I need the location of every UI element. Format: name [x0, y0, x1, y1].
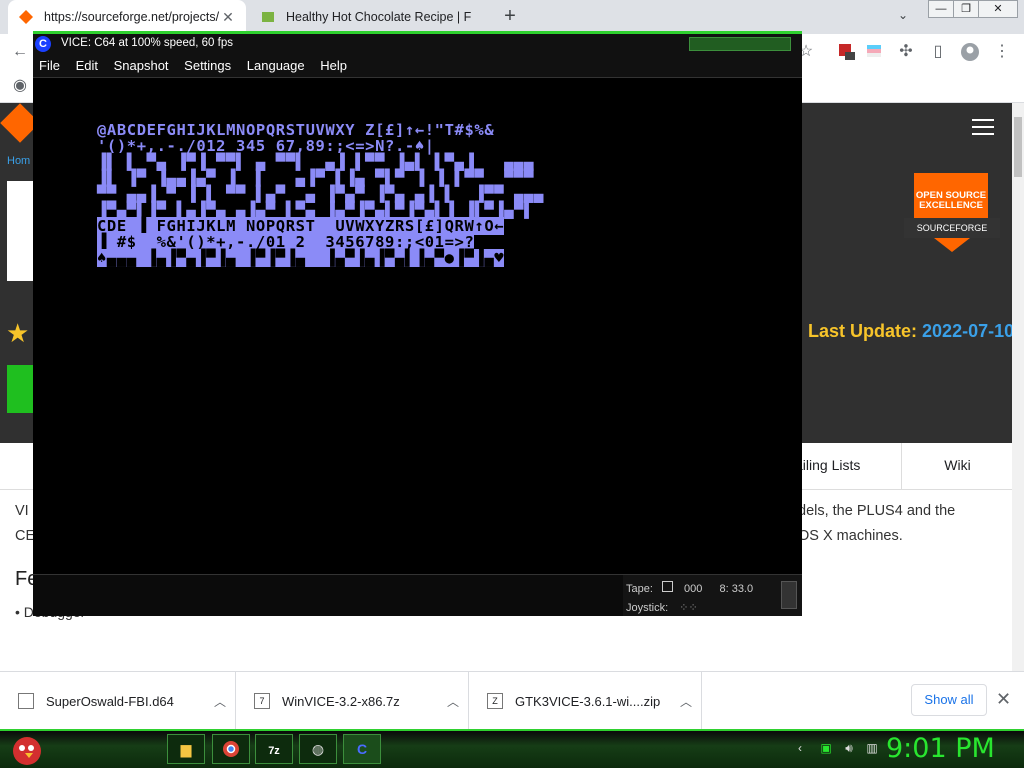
volume-icon[interactable]: 🔊︎	[841, 740, 857, 756]
chevron-up-icon[interactable]: ︿	[671, 693, 701, 710]
side-panel-icon[interactable]: ▯	[928, 42, 948, 62]
close-window-button[interactable]: ✕	[978, 0, 1018, 18]
app-icon[interactable]: ◍	[299, 734, 337, 764]
vice-logo-icon: C	[35, 36, 51, 52]
vice-titlebar[interactable]: C VICE: C64 at 100% speed, 60 fps	[33, 31, 802, 55]
badge-line-2: EXCELLENCE	[919, 200, 983, 211]
taskbar-clock[interactable]: 9:01 PM	[886, 733, 995, 764]
description-text: OS X machines.	[798, 528, 903, 544]
back-arrow-icon[interactable]: ←	[10, 42, 30, 62]
extensions-puzzle-icon[interactable]: ✣	[896, 42, 916, 62]
scrollbar-thumb[interactable]	[1014, 117, 1022, 177]
file-explorer-icon[interactable]: ▆	[167, 734, 205, 764]
tab-title: https://sourceforge.net/projects/	[44, 10, 220, 24]
vice-statusbar: Tape: 000 8: 33.0 Joystick: ⁘⁘	[33, 574, 802, 616]
chevron-up-icon[interactable]: ︿	[438, 693, 468, 710]
menu-edit[interactable]: Edit	[70, 55, 104, 77]
download-shelf: SuperOswald-FBI.d64 ︿ 7 WinVICE-3.2-x86.…	[0, 671, 1024, 730]
vice-menubar: File Edit Snapshot Settings Language Hel…	[33, 55, 802, 78]
tab-sourceforge[interactable]: https://sourceforge.net/projects/ ✕	[8, 0, 246, 34]
c64-reverse-text: ♠▄▄▄ ▐▄▐▀▄▐▀▐▄ ▐▀▐▀▐▄ ▐▄▀▐▄▐▀▄▌▐▄▀●▐▀▐▄♥	[97, 249, 505, 267]
menu-snapshot[interactable]: Snapshot	[108, 55, 175, 77]
taskbar: ▆ 7z ◍ C ‹ ▣ 🔊︎ ▥ 9:01 PM	[0, 729, 1024, 768]
resize-grip-icon[interactable]	[781, 581, 797, 609]
archive-zip-icon: Z	[487, 693, 503, 709]
download-item[interactable]: 7 WinVICE-3.2-x86.7z ︿	[236, 672, 469, 730]
description-text: dels, the PLUS4 and the	[798, 503, 956, 519]
joystick-indicator-icon: ⁘⁘	[679, 602, 698, 614]
drive-status: 8: 33.0	[719, 583, 754, 595]
last-update: Last Update: 2022-07-10	[808, 321, 1012, 342]
download-filename: WinVICE-3.2-x86.7z	[282, 693, 400, 709]
new-tab-button[interactable]: +	[498, 5, 522, 29]
chevron-up-icon[interactable]: ︿	[205, 693, 235, 710]
vice-status-message	[33, 575, 623, 616]
tab-close-icon[interactable]: ✕	[220, 9, 236, 26]
download-item[interactable]: SuperOswald-FBI.d64 ︿	[0, 672, 236, 730]
c64-screen-text: @ABCDEFGHIJKLMNOPQRSTUVWXY Z[£]↑←!"T#$%&…	[97, 122, 544, 267]
tape-control-icon[interactable]	[661, 581, 673, 592]
show-all-downloads-button[interactable]: Show all	[911, 684, 987, 716]
description-text: VI	[15, 503, 29, 519]
vice-title: VICE: C64 at 100% speed, 60 fps	[61, 37, 233, 49]
vice-window: C VICE: C64 at 100% speed, 60 fps File E…	[33, 31, 802, 616]
minimize-button[interactable]: —	[928, 0, 954, 18]
chrome-icon[interactable]	[212, 734, 250, 764]
recipe-favicon-icon	[260, 9, 276, 25]
download-button[interactable]	[7, 365, 35, 413]
profile-avatar-icon[interactable]	[960, 42, 980, 62]
tray-chevron-icon[interactable]: ‹	[792, 740, 808, 756]
download-item[interactable]: Z GTK3VICE-3.6.1-wi....zip ︿	[469, 672, 702, 730]
browser-menu-icon[interactable]: ⋮	[992, 42, 1012, 62]
download-filename: SuperOswald-FBI.d64	[46, 693, 174, 709]
maximize-button[interactable]: ❐	[953, 0, 979, 18]
vice-taskbar-icon[interactable]: C	[343, 734, 381, 764]
badge-ribbon: SOURCEFORGE	[904, 218, 1000, 238]
download-filename: GTK3VICE-3.6.1-wi....zip	[515, 693, 661, 709]
rating-star-icon: ★	[6, 318, 30, 348]
vice-window-controls[interactable]	[689, 37, 791, 51]
tab-title: Healthy Hot Chocolate Recipe | F	[286, 10, 472, 24]
globe-icon[interactable]: ◉	[10, 76, 30, 96]
file-icon	[18, 693, 34, 709]
joystick-label: Joystick:	[626, 602, 669, 614]
tape-counter: 000	[684, 583, 703, 595]
close-shelf-icon[interactable]: ✕	[996, 689, 1011, 710]
tab-mailing-lists[interactable]: ailing Lists	[790, 443, 900, 489]
extension-badge-icon[interactable]	[836, 42, 856, 62]
start-button-angry-bird-icon[interactable]	[8, 731, 46, 767]
c64-emulator-screen[interactable]: @ABCDEFGHIJKLMNOPQRSTUVWXY Z[£]↑←!"T#$%&…	[33, 78, 802, 574]
extension-flag-icon[interactable]	[864, 42, 884, 62]
breadcrumb[interactable]: Hom	[7, 155, 30, 167]
tab-wiki[interactable]: Wiki	[901, 443, 1012, 489]
last-update-date: 2022-07-10	[922, 321, 1012, 341]
last-update-label: Last Update:	[808, 321, 918, 341]
tab-search-chevron-icon[interactable]: ⌄	[898, 8, 908, 22]
vice-status-indicators: Tape: 000 8: 33.0 Joystick: ⁘⁘	[623, 575, 802, 616]
menu-help[interactable]: Help	[314, 55, 353, 77]
tab-hot-chocolate[interactable]: Healthy Hot Chocolate Recipe | F	[250, 0, 490, 34]
7zip-icon[interactable]: 7z	[255, 734, 293, 764]
page-scrollbar[interactable]	[1012, 103, 1024, 671]
tray-app-icon[interactable]: ▥	[864, 740, 880, 756]
archive-7z-icon: 7	[254, 693, 270, 709]
browser-tab-bar: https://sourceforge.net/projects/ ✕ Heal…	[0, 0, 1024, 34]
menu-language[interactable]: Language	[241, 55, 311, 77]
menu-file[interactable]: File	[33, 55, 66, 77]
hamburger-menu-icon[interactable]	[972, 119, 994, 137]
tape-label: Tape:	[626, 583, 653, 595]
sourceforge-favicon-icon	[18, 9, 34, 25]
menu-settings[interactable]: Settings	[178, 55, 237, 77]
open-source-excellence-badge: OPEN SOURCE EXCELLENCE SOURCEFORGE	[904, 173, 1000, 253]
network-icon[interactable]: ▣	[818, 740, 834, 756]
